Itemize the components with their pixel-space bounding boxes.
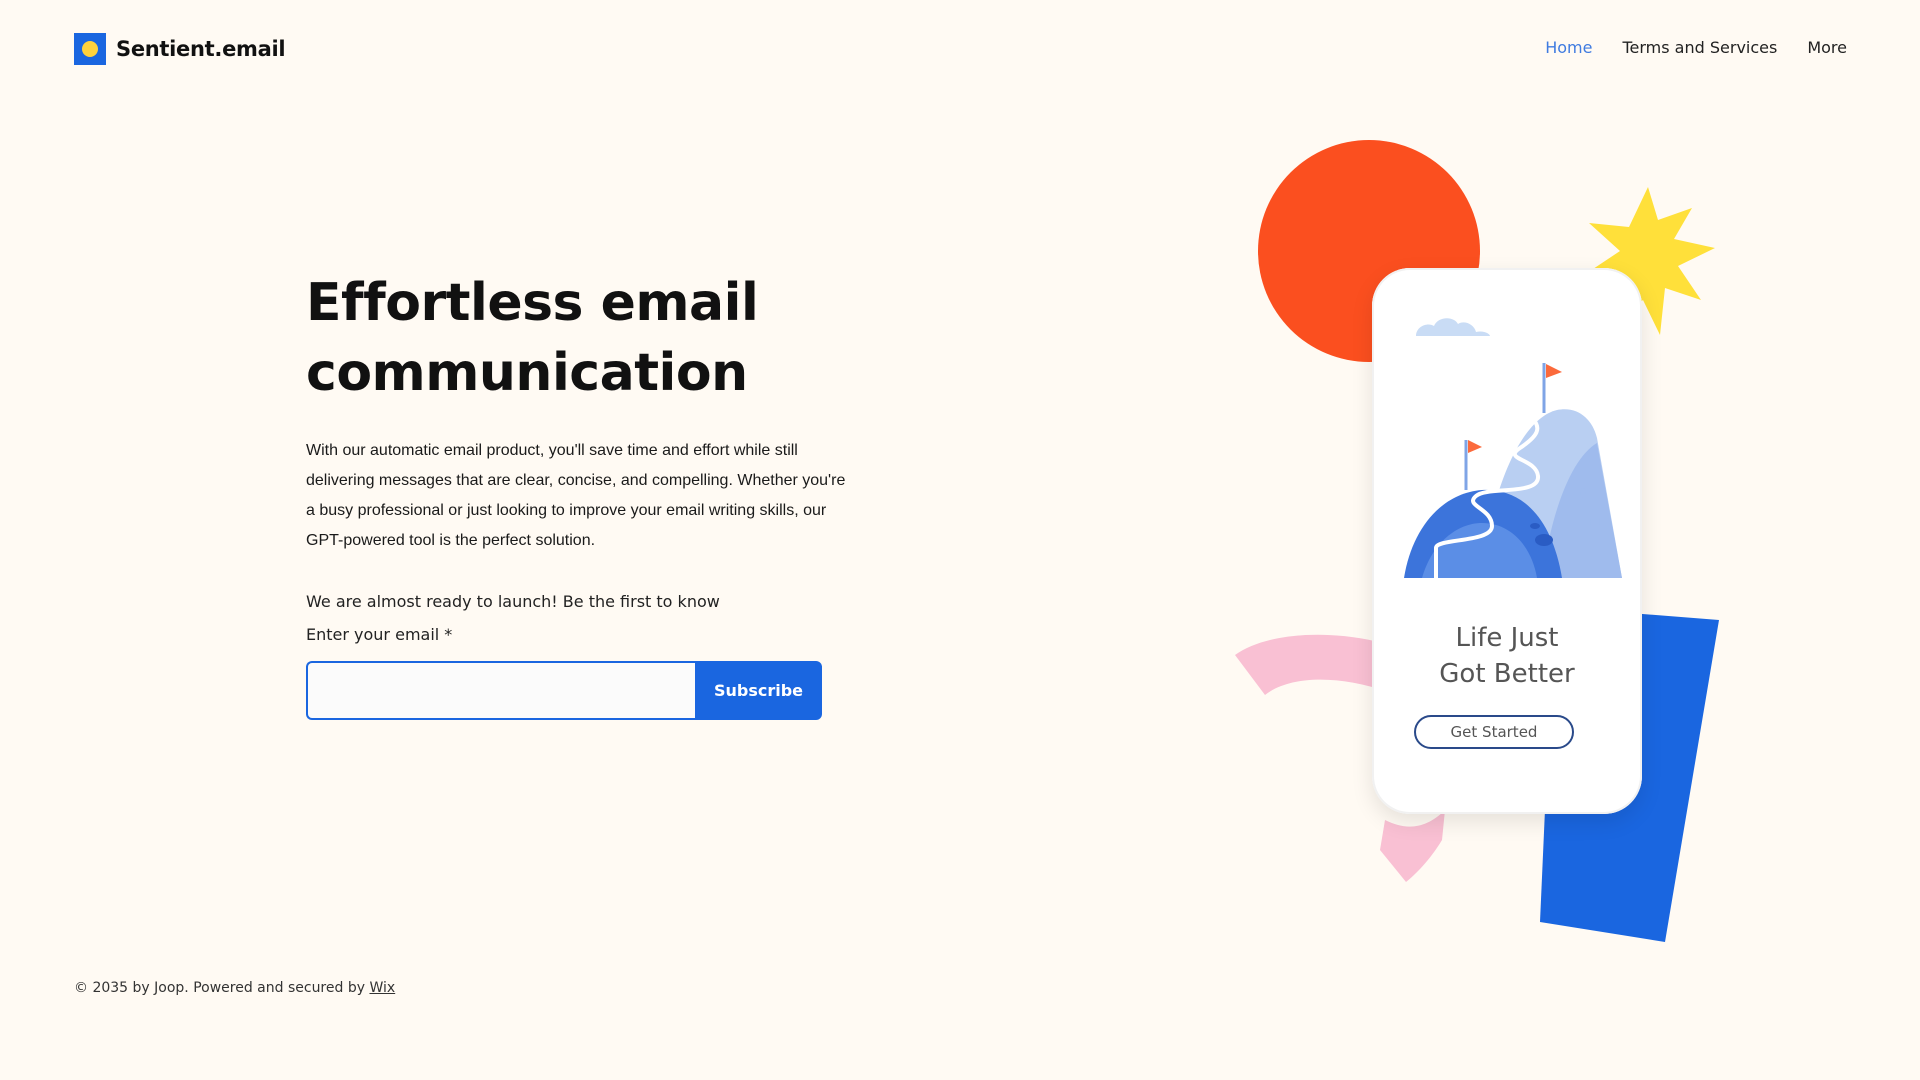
rock-spot (1580, 488, 1586, 498)
rock-spot (1530, 523, 1540, 529)
rock-spot (1590, 509, 1600, 535)
phone-heading-line2: Got Better (1439, 659, 1575, 689)
launch-text: We are almost ready to launch! Be the fi… (306, 592, 720, 611)
logo-icon (74, 33, 106, 65)
hero-title-line2: communication (306, 343, 748, 403)
brand-name: Sentient.email (116, 37, 286, 61)
site-footer: © 2035 by Joop. Powered and secured by W… (74, 980, 395, 996)
hero-title: Effortless email communication (306, 268, 926, 408)
pink-arc-top-shape (1235, 634, 1390, 695)
hero-illustration: Life Just Got Better Get Started (1230, 130, 1730, 960)
subscribe-form: Subscribe (306, 661, 822, 720)
mountain-illustration (1404, 318, 1622, 578)
footer-text: © 2035 by Joop. Powered and secured by (74, 980, 366, 996)
phone-mockup: Life Just Got Better Get Started (1372, 268, 1642, 814)
logo-dot (82, 41, 98, 57)
flag-short-icon (1468, 440, 1482, 453)
email-input[interactable] (306, 661, 695, 720)
hero-title-line1: Effortless email (306, 273, 759, 333)
main-nav: Home Terms and Services More (1545, 38, 1847, 57)
get-started-button: Get Started (1414, 715, 1574, 749)
subscribe-button[interactable]: Subscribe (695, 661, 822, 720)
site-header: Sentient.email Home Terms and Services M… (0, 0, 1920, 100)
footer-wix-link[interactable]: Wix (369, 980, 395, 996)
nav-item-terms-and-services[interactable]: Terms and Services (1622, 38, 1777, 57)
pink-arc-bottom-shape (1380, 810, 1445, 882)
hero-description: With our automatic email product, you'll… (306, 442, 846, 549)
cloud-icon (1416, 318, 1490, 336)
nav-item-home[interactable]: Home (1545, 38, 1592, 57)
rock-spot (1535, 534, 1553, 546)
nav-item-more[interactable]: More (1807, 38, 1847, 57)
phone-heading: Life Just Got Better (1372, 620, 1642, 692)
email-label: Enter your email * (306, 625, 453, 644)
site-logo[interactable]: Sentient.email (74, 33, 286, 65)
flag-tall-icon (1546, 364, 1562, 378)
phone-heading-line1: Life Just (1455, 623, 1559, 653)
